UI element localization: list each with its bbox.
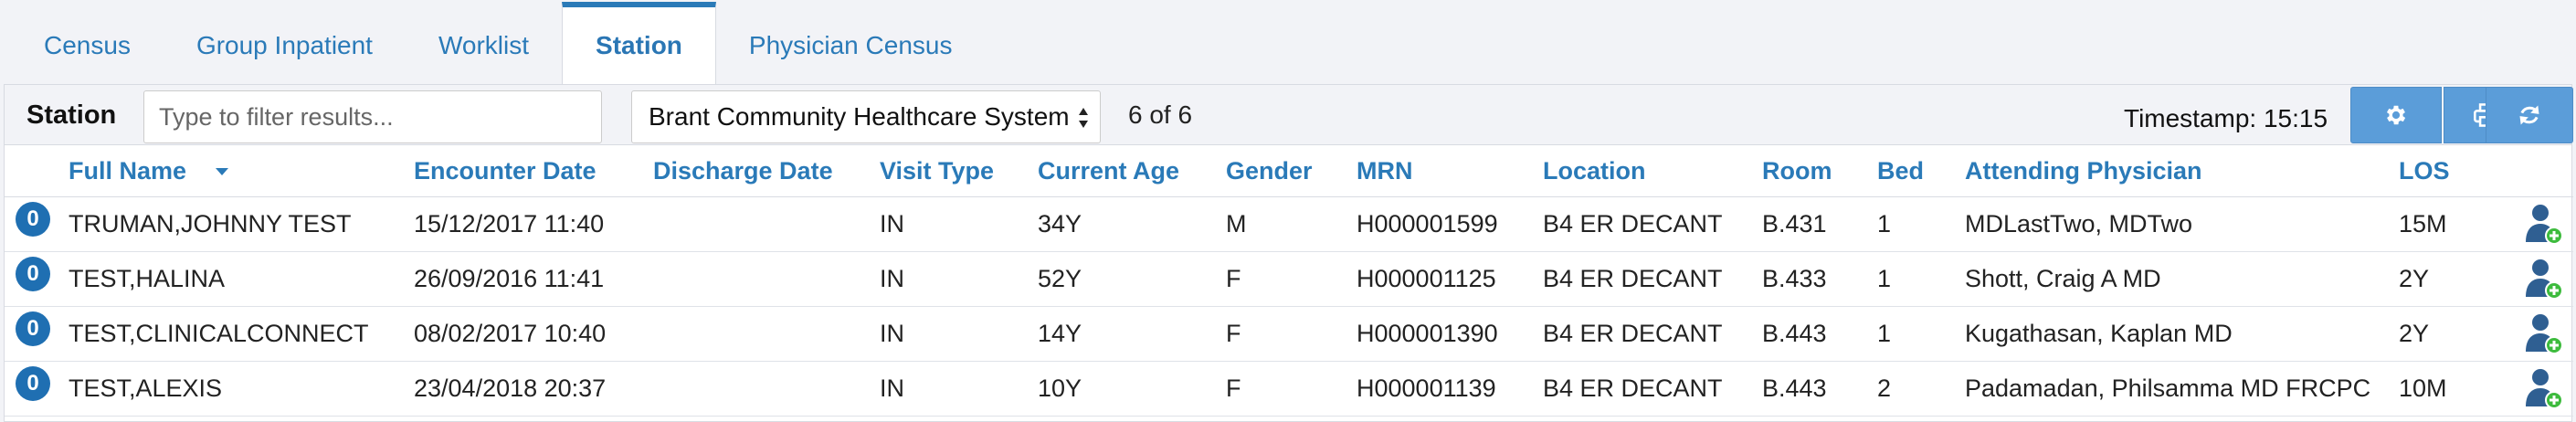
cell-visit-type: IN [880, 251, 1038, 307]
cell-gender: F [1226, 361, 1357, 417]
timestamp: Timestamp: 15:15 [2124, 104, 2328, 132]
cell-los: 2Y [2399, 306, 2518, 362]
col-gender[interactable]: Gender [1226, 145, 1357, 197]
cell-bed: 1 [1877, 306, 1965, 362]
cell-gender: F [1226, 306, 1357, 362]
cell-location: B4 ER DECANT [1543, 196, 1762, 252]
col-full-name[interactable]: Full Name [69, 145, 414, 197]
cell-visit-type: IN [880, 196, 1038, 252]
col-attending-physician[interactable]: Attending Physician [1965, 145, 2399, 197]
add-user-icon[interactable] [2525, 204, 2563, 246]
table-row[interactable]: 0 TEST,ALEXIS 23/04/2018 20:37 IN 10Y F … [5, 361, 2573, 417]
cell-room: B.443 [1762, 306, 1877, 362]
cell-full-name[interactable]: TEST,CLINICALCONNECT [69, 306, 414, 362]
sort-desc-icon [216, 168, 229, 176]
cell-mrn: H000001599 [1357, 196, 1543, 252]
cell-location: B4 ER DECANT [1543, 361, 1762, 417]
result-count: 6 of 6 [1128, 100, 1193, 129]
col-location[interactable]: Location [1543, 145, 1762, 197]
cell-mrn: H000001125 [1357, 251, 1543, 307]
cell-room: B.433 [1762, 251, 1877, 307]
add-user-icon[interactable] [2525, 368, 2563, 410]
col-bed[interactable]: Bed [1877, 145, 1965, 197]
count-badge[interactable]: 0 [16, 365, 50, 401]
add-user-icon[interactable] [2525, 313, 2563, 355]
cell-encounter-date: 23/04/2018 20:37 [414, 361, 653, 417]
cell-current-age: 14Y [1038, 306, 1226, 362]
gear-icon [2386, 105, 2406, 125]
cell-discharge-date [653, 196, 880, 252]
cell-bed: 2 [1877, 361, 1965, 417]
tab-bar: Census Group Inpatient Worklist Station … [0, 0, 2576, 84]
table-row[interactable]: 0 TRUMAN,JOHNNY TEST 15/12/2017 11:40 IN… [5, 196, 2573, 252]
cell-encounter-date: 26/09/2016 11:41 [414, 251, 653, 307]
tab-station[interactable]: Station [562, 2, 716, 84]
filter-input[interactable] [143, 90, 602, 143]
col-los[interactable]: LOS [2399, 145, 2518, 197]
cell-discharge-date [653, 361, 880, 417]
cell-encounter-date: 15/12/2017 11:40 [414, 196, 653, 252]
cell-los: 15M [2399, 196, 2518, 252]
table-row[interactable]: 0 TEST,CLINICALCONNECT 08/02/2017 10:40 … [5, 306, 2573, 362]
table-row[interactable]: 0 TEST,HALINA 26/09/2016 11:41 IN 52Y F … [5, 251, 2573, 307]
col-encounter-date[interactable]: Encounter Date [414, 145, 653, 197]
cell-los: 2Y [2399, 251, 2518, 307]
select-arrows-icon [1079, 108, 1088, 128]
col-room[interactable]: Room [1762, 145, 1877, 197]
toolbar: Station Brant Community Healthcare Syste… [5, 85, 2573, 145]
cell-bed: 1 [1877, 196, 1965, 252]
page-title: Station [26, 100, 117, 130]
cell-los: 10M [2399, 361, 2518, 417]
add-user-icon[interactable] [2525, 258, 2563, 301]
cell-mrn: H000001139 [1357, 361, 1543, 417]
cell-room: B.431 [1762, 196, 1877, 252]
cell-attending-physician: Kugathasan, Kaplan MD [1965, 306, 2399, 362]
cell-full-name[interactable]: TEST,HALINA [69, 251, 414, 307]
cell-current-age: 52Y [1038, 251, 1226, 307]
cell-location: B4 ER DECANT [1543, 306, 1762, 362]
cell-full-name[interactable]: TEST,ALEXIS [69, 361, 414, 417]
tab-group-inpatient[interactable]: Group Inpatient [164, 7, 406, 84]
cell-mrn: H000001390 [1357, 306, 1543, 362]
count-badge[interactable]: 0 [16, 201, 50, 237]
cell-visit-type: IN [880, 306, 1038, 362]
station-table: Full Name Encounter Date Discharge Date … [5, 145, 2573, 417]
table-header-row: Full Name Encounter Date Discharge Date … [5, 145, 2573, 197]
count-badge[interactable]: 0 [16, 256, 50, 291]
col-mrn[interactable]: MRN [1357, 145, 1543, 197]
cell-encounter-date: 08/02/2017 10:40 [414, 306, 653, 362]
cell-room: B.443 [1762, 361, 1877, 417]
tab-census[interactable]: Census [11, 7, 164, 84]
cell-discharge-date [653, 251, 880, 307]
col-visit-type[interactable]: Visit Type [880, 145, 1038, 197]
refresh-button[interactable] [2486, 87, 2573, 143]
cell-bed: 1 [1877, 251, 1965, 307]
col-current-age[interactable]: Current Age [1038, 145, 1226, 197]
station-panel: Station Brant Community Healthcare Syste… [4, 84, 2573, 422]
col-discharge-date[interactable]: Discharge Date [653, 145, 880, 197]
cell-attending-physician: MDLastTwo, MDTwo [1965, 196, 2399, 252]
system-select[interactable]: Brant Community Healthcare System [631, 90, 1101, 143]
cell-gender: F [1226, 251, 1357, 307]
cell-location: B4 ER DECANT [1543, 251, 1762, 307]
cell-visit-type: IN [880, 361, 1038, 417]
cell-full-name[interactable]: TRUMAN,JOHNNY TEST [69, 196, 414, 252]
tab-physician-census[interactable]: Physician Census [716, 7, 986, 84]
cell-current-age: 10Y [1038, 361, 1226, 417]
cell-current-age: 34Y [1038, 196, 1226, 252]
settings-button[interactable] [2350, 87, 2442, 143]
count-badge[interactable]: 0 [16, 311, 50, 346]
cell-attending-physician: Shott, Craig A MD [1965, 251, 2399, 307]
cell-gender: M [1226, 196, 1357, 252]
system-select-value: Brant Community Healthcare System [649, 102, 1070, 131]
cell-discharge-date [653, 306, 880, 362]
tab-worklist[interactable]: Worklist [406, 7, 562, 84]
refresh-icon [2519, 105, 2539, 125]
cell-attending-physician: Padamadan, Philsamma MD FRCPC [1965, 361, 2399, 417]
